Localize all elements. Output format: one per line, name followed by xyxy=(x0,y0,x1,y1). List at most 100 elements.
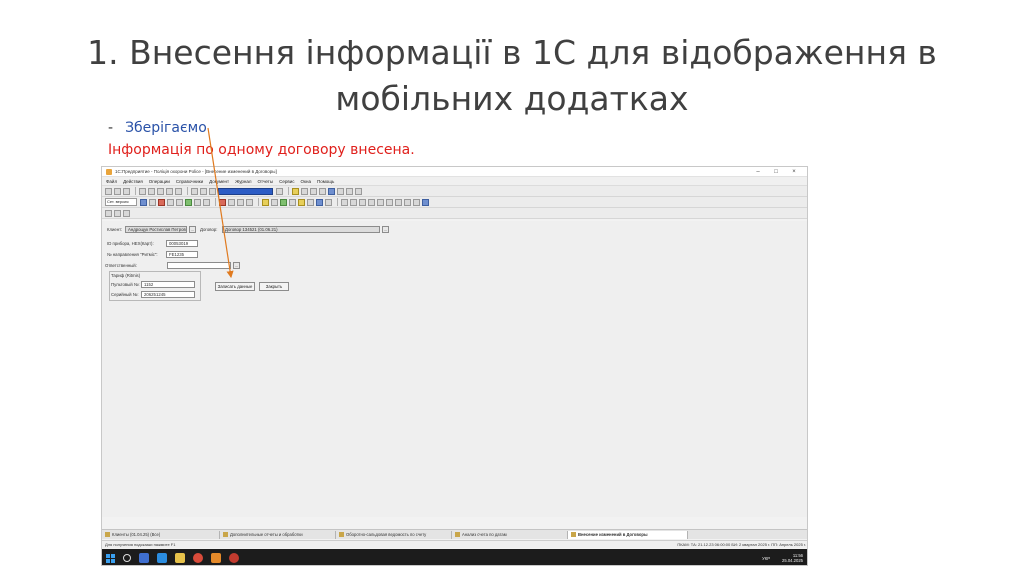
tool-icon[interactable] xyxy=(325,198,332,206)
tool-icon[interactable] xyxy=(158,198,165,206)
journal-icon[interactable] xyxy=(319,187,326,195)
tool-icon[interactable] xyxy=(307,198,314,206)
maximize-icon[interactable]: □ xyxy=(767,169,785,175)
save-data-button[interactable]: Записать данные xyxy=(215,282,255,291)
new-icon[interactable] xyxy=(105,187,112,195)
tool-icon[interactable] xyxy=(350,198,357,206)
edge-icon[interactable] xyxy=(157,553,167,563)
1c-app-icon[interactable] xyxy=(211,553,221,563)
window-tab[interactable]: Дополнительные отчеты и обработки xyxy=(220,530,336,539)
replace-icon[interactable] xyxy=(200,187,207,195)
tool-icon[interactable] xyxy=(237,198,244,206)
form-action-icon[interactable] xyxy=(114,209,121,217)
menu-references[interactable]: Справочники xyxy=(176,179,203,184)
menu-journal[interactable]: Журнал xyxy=(235,179,251,184)
responsible-picker-icon[interactable]: … xyxy=(233,262,240,269)
client-field[interactable]: Андрощук Ростислав Петрович xyxy=(125,226,187,233)
calendar-icon[interactable] xyxy=(310,187,317,195)
form-action-icon[interactable] xyxy=(123,209,130,217)
minimize-icon[interactable]: – xyxy=(749,169,767,175)
tool-icon[interactable] xyxy=(185,198,192,206)
report-icon[interactable] xyxy=(328,187,335,195)
tool-icon[interactable] xyxy=(176,198,183,206)
menu-operations[interactable]: Операции xyxy=(149,179,170,184)
tool-icon[interactable] xyxy=(167,198,174,206)
tool-icon[interactable] xyxy=(203,198,210,206)
tool-icon[interactable] xyxy=(246,198,253,206)
tool-icon[interactable] xyxy=(289,198,296,206)
windows-start-icon[interactable] xyxy=(106,553,115,563)
tool-icon[interactable] xyxy=(280,198,287,206)
file-explorer-icon[interactable] xyxy=(175,553,185,563)
tab-window-icon xyxy=(455,531,460,537)
close-form-button[interactable]: Закрыть xyxy=(259,282,289,291)
clock[interactable]: 11:56 25.04.2025 xyxy=(776,553,803,563)
contract-field[interactable]: Договор 134521 (01.06.21) xyxy=(222,226,380,233)
combo-dropdown-icon[interactable] xyxy=(276,187,283,195)
responsible-field[interactable] xyxy=(167,262,231,269)
device-id-field[interactable]: 00053019 xyxy=(166,240,198,247)
opera-icon[interactable] xyxy=(229,553,239,563)
close-icon[interactable]: × xyxy=(785,169,803,175)
binoculars-icon[interactable] xyxy=(209,187,216,195)
tool-icon[interactable] xyxy=(422,198,429,206)
form-action-icon[interactable] xyxy=(105,209,112,217)
serial-number-field[interactable]: 206251245 xyxy=(141,291,195,298)
direction-field[interactable]: FE1235 xyxy=(166,251,198,258)
copy-icon[interactable] xyxy=(148,187,155,195)
device-id-label: ID прибора, HEX(Карт): xyxy=(107,241,154,246)
contract-picker-icon[interactable]: … xyxy=(382,226,389,233)
print-icon[interactable] xyxy=(166,187,173,195)
menu-windows[interactable]: Окна xyxy=(301,179,311,184)
network-version-field[interactable]: Сет. версия xyxy=(105,198,137,206)
tool-icon[interactable] xyxy=(262,198,269,206)
app-screenshot: 1С:Предприятие - Поліція охорони Police … xyxy=(101,166,808,566)
menu-bar: Файл Действия Операции Справочники Докум… xyxy=(102,177,807,186)
tool-icon[interactable] xyxy=(298,198,305,206)
menu-help[interactable]: Помощь xyxy=(317,179,334,184)
menu-actions[interactable]: Действия xyxy=(123,179,143,184)
tool-icon[interactable] xyxy=(359,198,366,206)
tool-icon[interactable] xyxy=(395,198,402,206)
window-tab[interactable]: Анализ счета по датам xyxy=(452,530,568,539)
window-icon[interactable] xyxy=(337,187,344,195)
tool-icon[interactable] xyxy=(140,198,147,206)
language-indicator[interactable]: УКР xyxy=(762,556,770,561)
open-icon[interactable] xyxy=(114,187,121,195)
window-tab-active[interactable]: Внесение изменений в Договоры xyxy=(568,530,688,539)
save-icon[interactable] xyxy=(123,187,130,195)
tool-icon[interactable] xyxy=(228,198,235,206)
console-number-field[interactable]: 1152 xyxy=(141,281,195,288)
tool-icon[interactable] xyxy=(149,198,156,206)
arrow-icon[interactable] xyxy=(355,187,362,195)
tool-icon[interactable] xyxy=(413,198,420,206)
bullet-dash: - xyxy=(108,120,114,136)
cut-icon[interactable] xyxy=(139,187,146,195)
tool-icon[interactable] xyxy=(219,198,226,206)
tool-icon[interactable] xyxy=(377,198,384,206)
help-icon[interactable] xyxy=(292,187,299,195)
menu-document[interactable]: Документ xyxy=(209,179,229,184)
client-picker-icon[interactable]: … xyxy=(189,226,196,233)
menu-service[interactable]: Сервис xyxy=(279,179,294,184)
chrome-icon[interactable] xyxy=(193,553,203,563)
tool-icon[interactable] xyxy=(341,198,348,206)
search-icon[interactable] xyxy=(123,554,131,562)
menu-reports[interactable]: Отчеты xyxy=(258,179,274,184)
tool-icon[interactable] xyxy=(316,198,323,206)
preview-icon[interactable] xyxy=(175,187,182,195)
tool-icon[interactable] xyxy=(404,198,411,206)
calculator-icon[interactable] xyxy=(301,187,308,195)
tool-icon[interactable] xyxy=(386,198,393,206)
arrow-icon[interactable] xyxy=(346,187,353,195)
search-combo[interactable] xyxy=(218,187,273,195)
paste-icon[interactable] xyxy=(157,187,164,195)
window-tab[interactable]: Клиенты (01.04.25) (Все) xyxy=(102,530,220,539)
find-icon[interactable] xyxy=(191,187,198,195)
window-tab[interactable]: Оборотно-сальдовая ведомость по счету xyxy=(336,530,452,539)
tool-icon[interactable] xyxy=(368,198,375,206)
menu-file[interactable]: Файл xyxy=(106,179,117,184)
tool-icon[interactable] xyxy=(194,198,201,206)
tool-icon[interactable] xyxy=(271,198,278,206)
task-view-icon[interactable] xyxy=(139,553,149,563)
